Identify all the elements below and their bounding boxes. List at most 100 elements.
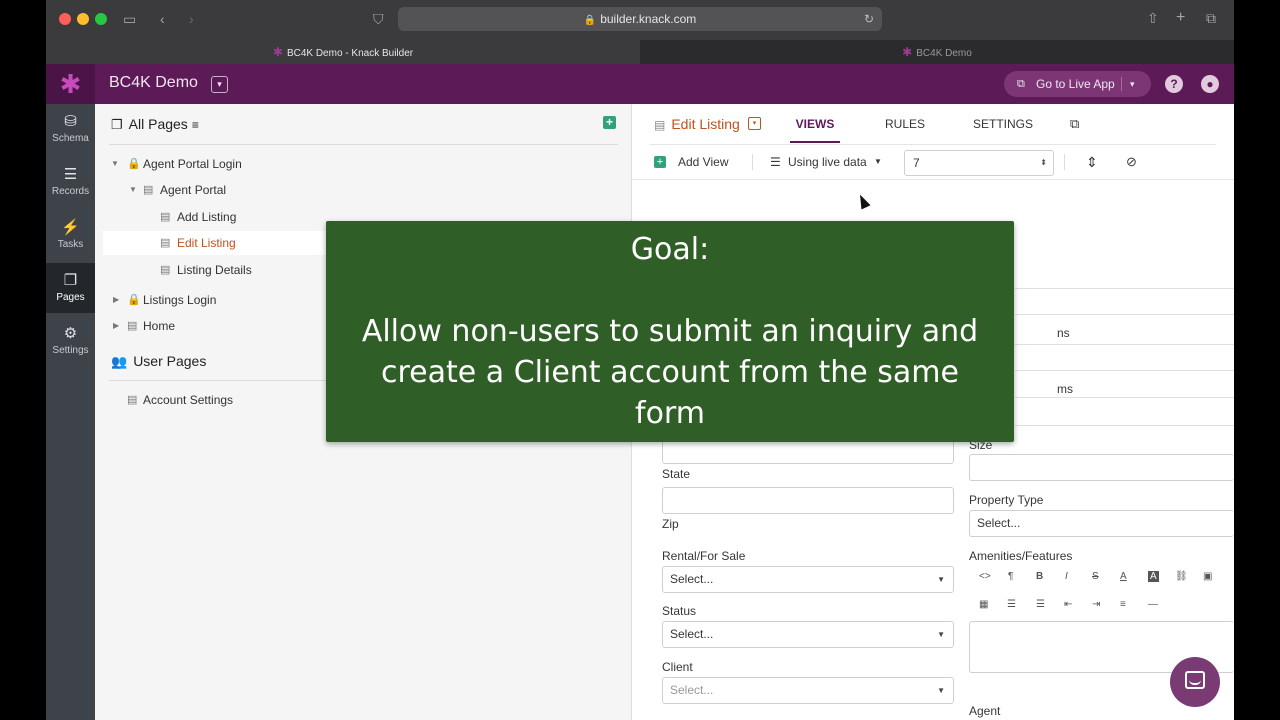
divider <box>752 154 753 170</box>
tab-overview-icon[interactable]: ⧉ <box>1206 11 1216 25</box>
rail-item-schema[interactable]: ⛁ Schema <box>46 104 95 154</box>
bolt-icon: ⚡ <box>61 219 80 236</box>
paragraph-icon[interactable]: ¶ <box>1008 571 1013 582</box>
tab-settings[interactable]: SETTINGS <box>973 104 1033 144</box>
state-input[interactable] <box>662 487 954 514</box>
caret-right-icon[interactable]: ▶ <box>113 314 119 338</box>
page-menu-dropdown[interactable]: ▾ <box>748 117 761 130</box>
page-tree-item[interactable]: ▼ ▤ Agent Portal <box>103 178 632 202</box>
goal-text: Allow non-users to submit an inquiry and… <box>361 314 979 431</box>
filter-icon[interactable]: ≡ <box>192 118 199 132</box>
add-view-button[interactable]: Add View <box>678 144 728 180</box>
property-type-select[interactable]: Select... <box>969 510 1234 537</box>
browser-tab-label: BC4K Demo <box>916 48 972 59</box>
page-tree-item[interactable]: ▼ 🔒 Agent Portal Login <box>103 152 632 176</box>
record-select[interactable]: 7 ⬍ <box>904 150 1054 176</box>
amenities-label: Amenities/Features <box>969 549 1073 563</box>
tab-rules[interactable]: RULES <box>885 104 925 144</box>
open-page-icon[interactable]: ⧉ <box>1070 104 1079 144</box>
knack-logo-icon[interactable]: ✱ <box>46 64 95 104</box>
link-icon[interactable]: ⛓ <box>1175 571 1188 582</box>
rail-item-tasks[interactable]: ⚡ Tasks <box>46 210 95 260</box>
background-color-icon[interactable]: A <box>1148 571 1159 582</box>
live-data-toggle[interactable]: Using live data <box>788 144 867 180</box>
bulleted-list-icon[interactable]: ☰ <box>1007 599 1016 610</box>
strikethrough-icon[interactable]: S <box>1092 571 1099 582</box>
status-label: Status <box>662 604 697 618</box>
property-type-label: Property Type <box>969 493 1044 507</box>
back-icon[interactable]: ‹ <box>160 12 165 26</box>
font-color-icon[interactable]: A <box>1120 571 1127 582</box>
knack-favicon-icon: ✱ <box>902 45 913 59</box>
browser-tab-builder[interactable]: ✱ BC4K Demo - Knack Builder <box>46 40 640 64</box>
field-label-partial: ns <box>1057 326 1070 340</box>
code-icon[interactable]: <> <box>979 571 991 582</box>
gear-icon: ⚙ <box>63 325 78 342</box>
rail-label: Schema <box>52 133 89 144</box>
lock-icon: 🔒 <box>127 158 141 170</box>
page-tree-label: Edit Listing <box>177 236 236 250</box>
help-icon[interactable]: ? <box>1165 75 1183 93</box>
add-page-button[interactable]: + <box>603 116 616 129</box>
all-pages-label: All Pages <box>128 116 188 132</box>
go-to-live-app-button[interactable]: ⧉ Go to Live App ▾ <box>1004 71 1151 97</box>
add-icon[interactable]: + <box>654 156 666 168</box>
minimize-window-button[interactable] <box>77 13 89 25</box>
page-tree-label: Account Settings <box>143 393 234 407</box>
external-link-icon: ⧉ <box>1017 78 1025 90</box>
page-icon: ▤ <box>127 320 138 332</box>
page-icon: ▤ <box>127 394 138 406</box>
reload-icon[interactable]: ↻ <box>864 7 874 31</box>
sidebar-toggle-icon[interactable]: ▭ <box>123 12 136 26</box>
divider <box>109 144 618 145</box>
bold-icon[interactable]: B <box>1036 571 1043 582</box>
rail-label: Settings <box>52 345 89 356</box>
horizontal-rule-icon[interactable]: — <box>1148 599 1158 610</box>
shield-icon[interactable]: ⛉ <box>373 12 384 26</box>
italic-icon[interactable]: I <box>1065 571 1068 582</box>
page-title-text: Edit Listing <box>671 116 740 132</box>
table-icon[interactable]: ▦ <box>979 599 988 610</box>
left-nav-rail: ⛁ Schema ☰ Records ⚡ Tasks ❐ Pages ⚙ Settings <box>46 104 95 720</box>
chat-launcher-button[interactable] <box>1170 657 1220 707</box>
caret-down-icon[interactable]: ▼ <box>111 152 119 176</box>
image-icon[interactable]: ▣ <box>1203 571 1212 582</box>
close-window-button[interactable] <box>59 13 71 25</box>
field-label-partial: ms <box>1057 382 1073 396</box>
app-header: ✱ BC4K Demo ▾ ⧉ Go to Live App ▾ ? ● <box>46 64 1234 104</box>
client-select[interactable]: Select... ▼ <box>662 677 954 704</box>
forward-icon[interactable]: › <box>189 12 194 26</box>
caret-down-icon[interactable]: ▼ <box>874 144 882 180</box>
rail-item-settings[interactable]: ⚙ Settings <box>46 316 95 366</box>
record-select-value: 7 <box>913 156 920 170</box>
rich-text-toolbar: <> ¶ B I S A A ⛓ ▣ ▦ ☰ ☰ ⇤ ⇥ ≡ — <box>969 567 1234 621</box>
account-avatar[interactable]: ● <box>1201 75 1219 93</box>
address-bar[interactable]: 🔒 builder.knack.com ↻ <box>398 7 882 31</box>
go-to-live-app-label: Go to Live App <box>1036 77 1115 91</box>
align-icon[interactable]: ≡ <box>1120 599 1126 610</box>
new-tab-icon[interactable]: + <box>1176 10 1185 26</box>
status-select[interactable]: Select... ▼ <box>662 621 954 648</box>
expand-vertical-icon[interactable]: ⇕ <box>1086 144 1098 180</box>
lock-icon: 🔒 <box>583 15 597 26</box>
outdent-icon[interactable]: ⇤ <box>1064 599 1072 610</box>
rental-for-sale-select[interactable]: Select... ▼ <box>662 566 954 593</box>
rail-item-records[interactable]: ☰ Records <box>46 157 95 207</box>
share-icon[interactable]: ⇧ <box>1147 11 1159 25</box>
knack-favicon-icon: ✱ <box>272 45 283 59</box>
indent-icon[interactable]: ⇥ <box>1092 599 1100 610</box>
chevron-down-icon[interactable]: ▾ <box>1130 71 1135 97</box>
size-input[interactable] <box>969 454 1234 481</box>
hide-rules-icon[interactable]: ⊘ <box>1126 144 1137 180</box>
numbered-list-icon[interactable]: ☰ <box>1036 599 1045 610</box>
select-value: Select... <box>670 627 714 641</box>
caret-down-icon[interactable]: ▼ <box>129 178 137 202</box>
rail-item-pages[interactable]: ❐ Pages <box>46 263 95 313</box>
browser-tab-live[interactable]: ✱ BC4K Demo <box>640 40 1234 64</box>
zoom-window-button[interactable] <box>95 13 107 25</box>
zip-label: Zip <box>662 517 679 531</box>
tab-views[interactable]: VIEWS <box>790 104 840 143</box>
all-pages-header[interactable]: ❐ All Pages ≡ <box>111 116 199 133</box>
app-menu-dropdown[interactable]: ▾ <box>211 76 228 93</box>
caret-right-icon[interactable]: ▶ <box>113 288 119 312</box>
